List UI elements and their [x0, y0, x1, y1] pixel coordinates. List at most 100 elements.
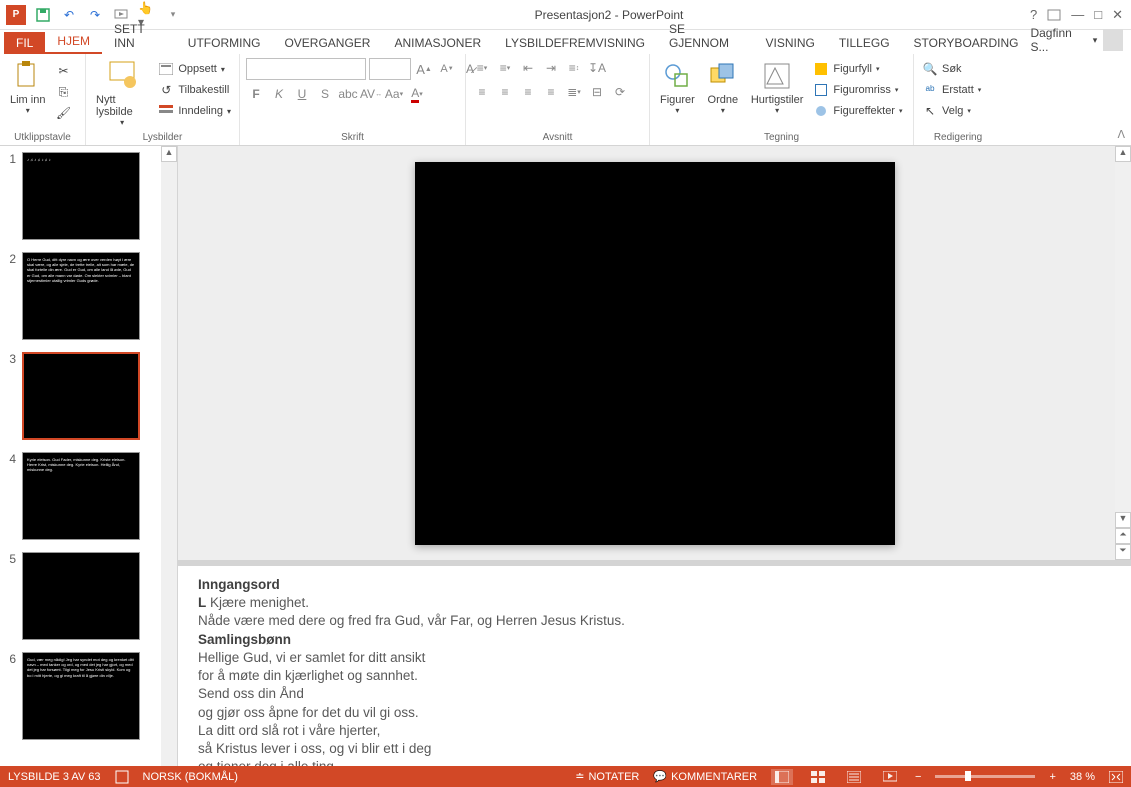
normal-view-icon[interactable] [771, 769, 793, 785]
tab-animasjoner[interactable]: ANIMASJONER [382, 32, 493, 54]
smartart-button[interactable]: ⟳ [610, 82, 630, 102]
next-slide-icon[interactable]: ⏷ [1115, 544, 1131, 560]
drawing-group-label: Tegning [656, 130, 907, 143]
arrange-button[interactable]: Ordne▾ [703, 58, 743, 117]
user-name[interactable]: Dagfinn S... [1030, 26, 1086, 54]
thumb-content: Gud, vær meg nådig! Jeg har syndet mot d… [27, 657, 135, 678]
prev-slide-icon[interactable]: ⏶ [1115, 528, 1131, 544]
thumbnail-scrollbar[interactable]: ▲ [161, 146, 177, 766]
user-avatar[interactable] [1103, 29, 1123, 51]
help-icon[interactable]: ? [1030, 7, 1037, 22]
quickstyles-button[interactable]: Hurtigstiler▾ [747, 58, 808, 117]
tab-segjennom[interactable]: SE GJENNOM [657, 18, 754, 54]
tab-utforming[interactable]: UTFORMING [176, 32, 273, 54]
comments-toggle[interactable]: 💬 KOMMENTARER [653, 770, 757, 783]
fit-to-window-icon[interactable] [1109, 771, 1123, 783]
tab-fil[interactable]: FIL [4, 32, 45, 54]
tab-hjem[interactable]: HJEM [45, 30, 102, 54]
notes-line: Send oss din Ånd [198, 686, 304, 701]
line-spacing-button[interactable]: ≡↕ [564, 58, 584, 78]
thumb-number: 1 [4, 152, 16, 240]
new-slide-button[interactable]: Nytt lysbilde▾ [92, 58, 152, 129]
slide-thumbnail[interactable] [22, 352, 140, 440]
shadow-button[interactable]: abc [338, 84, 358, 104]
slideshow-view-icon[interactable] [879, 769, 901, 785]
zoom-out-icon[interactable]: − [915, 771, 921, 783]
undo-icon[interactable]: ↶ [60, 6, 78, 24]
notes-heading-2: Samlingsbønn [198, 632, 291, 647]
slide-thumbnail[interactable]: ♪ ♫ ♪ ♫ ♪ ♫ ♪ [22, 152, 140, 240]
maximize-icon[interactable]: □ [1094, 7, 1102, 22]
reset-button[interactable]: ↺Tilbakestill [156, 81, 233, 99]
align-right-button[interactable]: ≡ [518, 82, 538, 102]
layout-button[interactable]: Oppsett▾ [156, 60, 233, 78]
shapes-button[interactable]: Figurer▾ [656, 58, 699, 117]
thumb-number: 4 [4, 452, 16, 540]
shape-outline-button[interactable]: Figuromriss▾ [811, 81, 904, 99]
tab-visning[interactable]: VISNING [754, 32, 827, 54]
align-center-button[interactable]: ≡ [495, 82, 515, 102]
strike-button[interactable]: S [315, 84, 335, 104]
current-slide[interactable] [415, 162, 895, 545]
notes-toggle[interactable]: ≐ NOTATER [575, 770, 639, 783]
text-direction-button[interactable]: ↧A [587, 58, 607, 78]
slide-counter[interactable]: LYSBILDE 3 AV 63 [8, 771, 101, 783]
char-spacing-button[interactable]: AV↔ [361, 84, 381, 104]
format-painter-button[interactable]: 🖌 [53, 104, 73, 122]
minimize-icon[interactable]: — [1071, 7, 1084, 22]
shape-effects-button[interactable]: Figureffekter▾ [811, 102, 904, 120]
tab-lysbildefremvisning[interactable]: LYSBILDEFREMVISNING [493, 32, 657, 54]
slide-thumbnail[interactable]: O Herre Gud, ditt dyre navn og ære over … [22, 252, 140, 340]
slide-thumbnail[interactable] [22, 552, 140, 640]
language-status[interactable]: NORSK (BOKMÅL) [143, 771, 238, 783]
underline-button[interactable]: U [292, 84, 312, 104]
select-button[interactable]: ↖Velg▾ [920, 102, 983, 120]
slide-scroll-up[interactable]: ▲ [1115, 146, 1131, 162]
increase-indent-button[interactable]: ⇥ [541, 58, 561, 78]
tab-overganger[interactable]: OVERGANGER [272, 32, 382, 54]
slide-thumbnail[interactable]: Gud, vær meg nådig! Jeg har syndet mot d… [22, 652, 140, 740]
notes-line: for å møte din kjærlighet og sannhet. [198, 668, 418, 683]
ribbon-display-icon[interactable] [1047, 9, 1061, 21]
font-size-combo[interactable] [369, 58, 411, 80]
tab-settinn[interactable]: SETT INN [102, 18, 176, 54]
replace-button[interactable]: ᵃᵇErstatt▾ [920, 81, 983, 99]
shrink-font-button[interactable]: A▼ [437, 59, 457, 79]
thumbnail-scroll-up[interactable]: ▲ [161, 146, 177, 162]
reading-view-icon[interactable] [843, 769, 865, 785]
change-case-button[interactable]: Aa▾ [384, 84, 404, 104]
notes-pane[interactable]: Inngangsord L Kjære menighet. Nåde være … [178, 566, 1131, 766]
zoom-slider[interactable] [935, 775, 1035, 778]
numbering-button[interactable]: ≡▾ [495, 58, 515, 78]
collapse-ribbon-icon[interactable]: ᐱ [1117, 128, 1125, 141]
slide-scroll-down-icon[interactable]: ▼ [1115, 512, 1131, 528]
slide-scrollbar[interactable]: ▲ ▼ ⏶ ⏷ [1115, 146, 1131, 560]
notes-line: og tjener deg i alle ting. [198, 759, 338, 766]
grow-font-button[interactable]: A▲ [414, 59, 434, 79]
align-text-button[interactable]: ⊟ [587, 82, 607, 102]
slide-thumbnail[interactable]: Kyrie eleison. Gud Fader, miskunne deg. … [22, 452, 140, 540]
justify-button[interactable]: ≡ [541, 82, 561, 102]
spellcheck-icon[interactable] [115, 770, 129, 784]
zoom-in-icon[interactable]: + [1049, 771, 1055, 783]
shape-fill-button[interactable]: Figurfyll▾ [811, 60, 904, 78]
tab-storyboarding[interactable]: STORYBOARDING [902, 32, 1031, 54]
paste-button[interactable]: Lim inn▾ [6, 58, 49, 117]
cut-button[interactable]: ✂ [53, 62, 73, 80]
bullets-button[interactable]: ≡▾ [472, 58, 492, 78]
section-button[interactable]: Inndeling▾ [156, 102, 233, 120]
find-button[interactable]: 🔍Søk [920, 60, 983, 78]
sorter-view-icon[interactable] [807, 769, 829, 785]
align-left-button[interactable]: ≡ [472, 82, 492, 102]
copy-button[interactable]: ⎘ [53, 83, 73, 101]
font-color-button[interactable]: A▾ [407, 84, 427, 104]
bold-button[interactable]: F [246, 84, 266, 104]
zoom-level[interactable]: 38 % [1070, 771, 1095, 783]
decrease-indent-button[interactable]: ⇤ [518, 58, 538, 78]
close-icon[interactable]: ✕ [1112, 7, 1123, 23]
columns-button[interactable]: ≣▾ [564, 82, 584, 102]
font-family-combo[interactable] [246, 58, 366, 80]
save-icon[interactable] [34, 6, 52, 24]
italic-button[interactable]: K [269, 84, 289, 104]
tab-tillegg[interactable]: TILLEGG [827, 32, 902, 54]
